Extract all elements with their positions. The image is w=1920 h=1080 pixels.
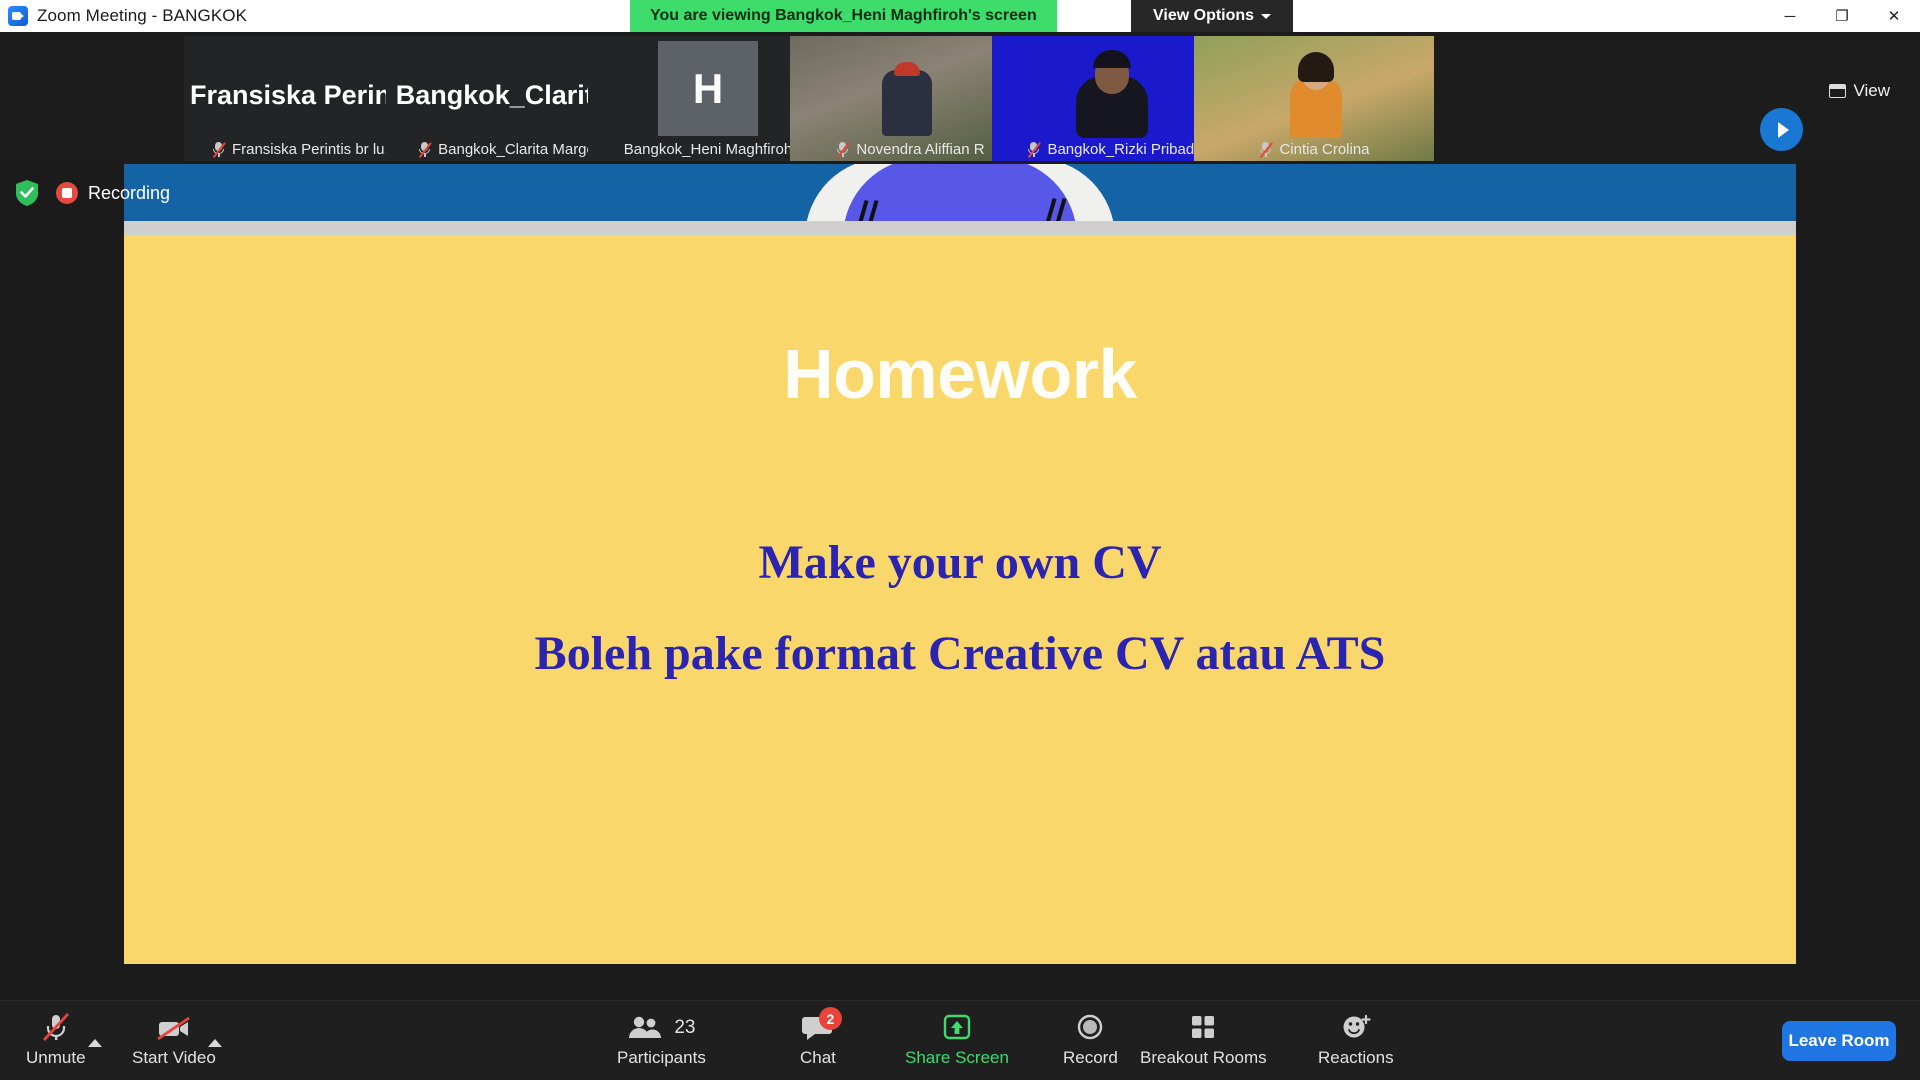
shared-slide: Homework Make your own CV Boleh pake for…: [124, 235, 1796, 964]
participants-count: 23: [674, 1017, 696, 1038]
chat-icon: 2: [801, 1007, 842, 1043]
shared-content-scrollbar[interactable]: [124, 221, 1796, 235]
chat-unread-badge: 2: [818, 1007, 842, 1030]
microphone-muted-icon: [211, 141, 227, 158]
participants-button[interactable]: 23 Participants: [617, 1013, 706, 1071]
breakout-rooms-label: Breakout Rooms: [1140, 1048, 1267, 1067]
record-circle-icon: [1074, 1013, 1106, 1043]
microphone-muted-icon: [40, 1013, 72, 1043]
participant-name: Bangkok_Heni Maghfiroh: [623, 140, 793, 158]
participants-label: Participants: [617, 1048, 706, 1067]
chat-label: Chat: [800, 1048, 836, 1067]
meeting-toolbar: Unmute Start Video 23 Participants 2 Cha…: [0, 1000, 1920, 1080]
breakout-rooms-button[interactable]: Breakout Rooms: [1140, 1013, 1267, 1071]
share-screen-icon: [940, 1013, 974, 1043]
chevron-down-icon: [1261, 13, 1272, 19]
audio-options-caret-icon[interactable]: [88, 1039, 102, 1047]
slide-title: Homework: [783, 335, 1137, 413]
participant-hat: [894, 62, 920, 76]
minimize-icon[interactable]: ─: [1764, 0, 1816, 32]
chevron-right-icon: [1778, 121, 1789, 138]
participant-name: Bangkok_Clarita Margo: [438, 140, 595, 158]
participants-icon: 23: [627, 1013, 695, 1043]
share-screen-button[interactable]: Share Screen: [905, 1013, 1009, 1071]
record-label: Record: [1063, 1048, 1118, 1067]
start-video-button[interactable]: Start Video: [132, 1013, 216, 1071]
window-title-bar: Zoom Meeting - BANGKOK You are viewing B…: [0, 0, 1920, 32]
video-options-caret-icon[interactable]: [208, 1039, 222, 1047]
microphone-muted-icon: [1258, 141, 1274, 158]
leave-room-button[interactable]: Leave Room: [1782, 1021, 1896, 1061]
window-controls: ─ ❐ ✕: [1764, 0, 1920, 32]
participant-thumbnail[interactable]: Cintia Crolina: [1194, 36, 1434, 161]
share-screen-label: Share Screen: [905, 1048, 1009, 1067]
window-title: Zoom Meeting - BANGKOK: [37, 6, 248, 25]
slide-line-1: Make your own CV: [758, 536, 1162, 589]
recording-label: Recording: [88, 182, 171, 203]
microphone-muted-icon: [835, 141, 851, 158]
shield-check-icon[interactable]: [14, 179, 40, 207]
recording-icon: [56, 182, 78, 204]
view-button-label: View: [1853, 81, 1890, 100]
shared-screen-stage: Recording Homework Make your own CV Bole…: [0, 164, 1920, 1047]
maximize-icon[interactable]: ❐: [1816, 0, 1868, 32]
camera-off-icon: [155, 1013, 193, 1043]
zoom-logo-icon: [8, 6, 28, 26]
participant-filmstrip: Fransiska Perint... Fransiska Perintis br…: [0, 32, 1920, 164]
unmute-button[interactable]: Unmute: [26, 1013, 86, 1071]
record-button[interactable]: Record: [1063, 1013, 1118, 1071]
reactions-button[interactable]: Reactions: [1318, 1013, 1394, 1071]
recording-status-bar: Recording: [0, 170, 1920, 216]
participant-name-bar: Cintia Crolina: [1194, 137, 1434, 161]
reactions-icon: [1339, 1013, 1373, 1043]
start-video-label: Start Video: [132, 1048, 216, 1067]
participant-hair: [1298, 52, 1334, 82]
reactions-label: Reactions: [1318, 1048, 1394, 1067]
microphone-muted-icon: [417, 141, 433, 158]
breakout-rooms-icon: [1187, 1013, 1219, 1043]
chat-button[interactable]: 2 Chat: [800, 1007, 842, 1071]
microphone-muted-icon: [1026, 141, 1042, 158]
view-options-button[interactable]: View Options: [1131, 0, 1294, 32]
participant-name: Bangkok_Rizki Pribadi: [1047, 140, 1198, 158]
participant-avatar-initial: H: [658, 41, 758, 136]
gallery-view-icon: [1829, 84, 1847, 98]
screen-share-banner: You are viewing Bangkok_Heni Maghfiroh's…: [630, 0, 1057, 32]
view-options-label: View Options: [1153, 7, 1255, 24]
close-icon[interactable]: ✕: [1868, 0, 1920, 32]
filmstrip-next-button[interactable]: [1760, 108, 1803, 151]
participant-name: Fransiska Perintis br lu...: [231, 140, 398, 158]
participant-name: Cintia Crolina: [1279, 140, 1370, 158]
participant-name: Novendra Aliffian R: [856, 140, 985, 158]
view-layout-button[interactable]: View: [1821, 77, 1898, 105]
slide-line-2: Boleh pake format Creative CV atau ATS: [534, 627, 1386, 680]
unmute-label: Unmute: [26, 1048, 86, 1067]
participant-figure: [882, 70, 932, 136]
